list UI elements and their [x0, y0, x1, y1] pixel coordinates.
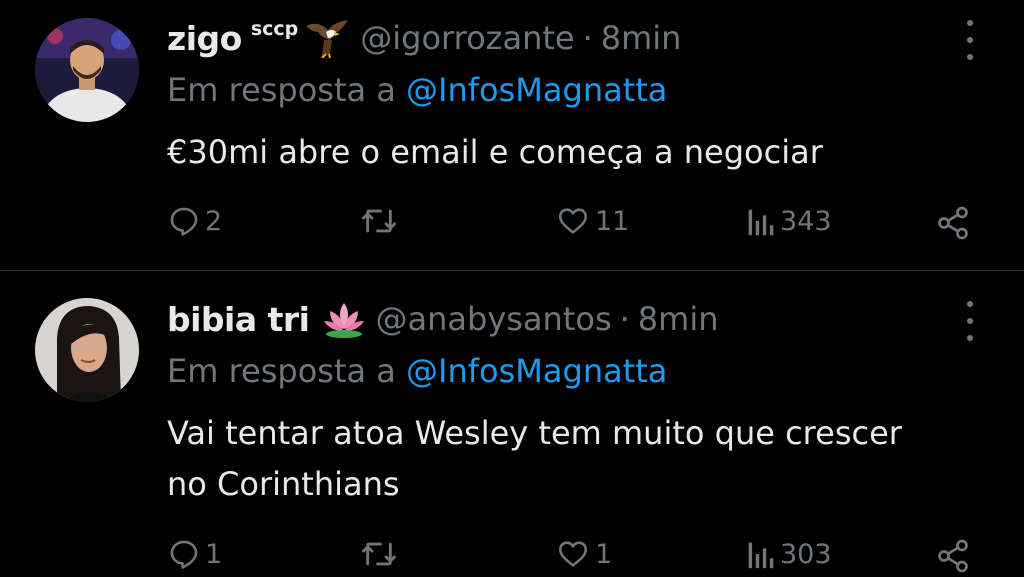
retweet-button[interactable] [359, 537, 403, 571]
like-button[interactable]: 1 [555, 537, 612, 571]
share-button[interactable] [935, 205, 971, 241]
timestamp[interactable]: 8min [638, 300, 719, 338]
separator: · [582, 19, 593, 57]
like-count: 11 [595, 205, 630, 237]
more-options-icon[interactable] [962, 301, 978, 341]
avatar[interactable] [35, 18, 139, 122]
separator: · [619, 300, 630, 338]
avatar-image-icon [35, 18, 139, 122]
share-icon [938, 206, 968, 240]
reply-button[interactable]: 1 [167, 537, 222, 571]
reply-to-link[interactable]: @InfosMagnatta [406, 71, 667, 109]
tweet[interactable]: zigo sccp @igorrozante · 8min Em respost… [0, 0, 1024, 270]
retweet-button[interactable] [359, 204, 403, 238]
like-button[interactable]: 11 [555, 204, 629, 238]
like-count: 1 [595, 538, 613, 570]
tweet-header: zigo sccp @igorrozante · 8min [167, 16, 681, 60]
avatar[interactable] [35, 298, 139, 402]
reply-to-link[interactable]: @InfosMagnatta [406, 352, 667, 390]
reply-context: Em resposta a @InfosMagnatta [167, 352, 667, 390]
views-count: 343 [780, 205, 832, 237]
share-icon [938, 539, 968, 573]
lotus-emoji-icon [322, 299, 366, 339]
reply-context: Em resposta a @InfosMagnatta [167, 71, 667, 109]
views-button[interactable]: 343 [744, 204, 832, 238]
tweet-text: Vai tentar atoa Wesley tem muito que cre… [167, 414, 902, 503]
retweet-icon [362, 542, 397, 566]
reply-icon [170, 207, 198, 236]
user-handle[interactable]: @anabysantos [376, 300, 612, 338]
views-chart-icon [748, 209, 774, 236]
views-chart-icon [748, 542, 774, 569]
views-count: 303 [780, 538, 832, 570]
heart-icon [558, 208, 588, 234]
heart-icon [558, 541, 588, 567]
reply-button[interactable]: 2 [167, 204, 222, 238]
tweet-text: €30mi abre o email e começa a negociar [167, 133, 823, 171]
share-button[interactable] [935, 538, 971, 574]
name-suffix: sccp [250, 18, 299, 40]
views-button[interactable]: 303 [744, 537, 832, 571]
reply-count: 2 [205, 205, 223, 237]
avatar-image-icon [35, 298, 139, 402]
more-options-icon[interactable] [962, 20, 978, 60]
display-name[interactable]: zigo [167, 19, 242, 58]
user-handle[interactable]: @igorrozante [360, 19, 574, 57]
tweet-header: bibia tri @anabysantos · 8min [167, 297, 718, 341]
reply-prefix: Em resposta a [167, 71, 396, 109]
eagle-emoji-icon [304, 18, 350, 58]
display-name[interactable]: bibia tri [167, 300, 310, 339]
reply-count: 1 [205, 538, 223, 570]
retweet-icon [362, 209, 397, 233]
reply-icon [170, 540, 198, 569]
reply-prefix: Em resposta a [167, 352, 396, 390]
timestamp[interactable]: 8min [601, 19, 682, 57]
tweet[interactable]: bibia tri @anabysantos · 8min Em respost… [0, 271, 1024, 577]
